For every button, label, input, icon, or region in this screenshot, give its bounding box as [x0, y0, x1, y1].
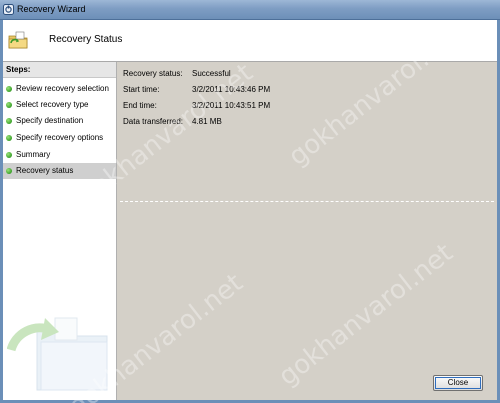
status-key: End time:	[123, 101, 157, 110]
green-dot-icon	[6, 152, 12, 158]
step-select-recovery-type[interactable]: Select recovery type	[3, 97, 116, 113]
step-specify-recovery-options[interactable]: Specify recovery options	[3, 130, 116, 146]
step-label: Recovery status	[16, 166, 74, 175]
recovery-wizard-window: Recovery Wizard Recovery Status Steps: R…	[0, 0, 500, 403]
status-key: Start time:	[123, 85, 160, 94]
section-divider	[120, 201, 494, 202]
steps-heading: Steps:	[6, 65, 31, 74]
step-specify-destination[interactable]: Specify destination	[3, 113, 116, 129]
page-title: Recovery Status	[49, 34, 123, 45]
status-value: 4.81 MB	[192, 117, 222, 126]
status-value: Successful	[192, 69, 231, 78]
step-label: Review recovery selection	[16, 84, 109, 93]
step-review-recovery-selection[interactable]: Review recovery selection	[3, 81, 116, 97]
steps-heading-bar: Steps:	[3, 62, 116, 78]
step-label: Specify destination	[16, 116, 84, 125]
title-bar[interactable]: Recovery Wizard	[0, 0, 500, 20]
wizard-header: Recovery Status	[3, 20, 497, 62]
folder-recovery-icon	[8, 31, 28, 49]
status-value: 3/2/2011 10:43:51 PM	[192, 101, 271, 110]
step-label: Select recovery type	[16, 100, 89, 109]
green-dot-icon	[6, 86, 12, 92]
step-label: Specify recovery options	[16, 133, 104, 142]
close-button[interactable]: Close	[433, 375, 483, 391]
green-dot-icon	[6, 168, 12, 174]
wizard-app-icon	[3, 4, 14, 15]
green-dot-icon	[6, 135, 12, 141]
step-recovery-status[interactable]: Recovery status	[3, 163, 116, 179]
green-dot-icon	[6, 102, 12, 108]
step-label: Summary	[16, 150, 51, 159]
steps-sidebar: Steps: Review recovery selection Select …	[3, 62, 117, 400]
status-value: 3/2/2011 10:43:46 PM	[192, 85, 271, 94]
green-dot-icon	[6, 118, 12, 124]
window-title: Recovery Wizard	[17, 4, 86, 14]
wizard-folder-illustration	[7, 317, 108, 391]
status-key: Recovery status:	[123, 69, 183, 78]
step-summary[interactable]: Summary	[3, 147, 116, 163]
status-key: Data transferred:	[123, 117, 184, 126]
status-panel: Recovery status: Successful Start time: …	[117, 62, 497, 400]
